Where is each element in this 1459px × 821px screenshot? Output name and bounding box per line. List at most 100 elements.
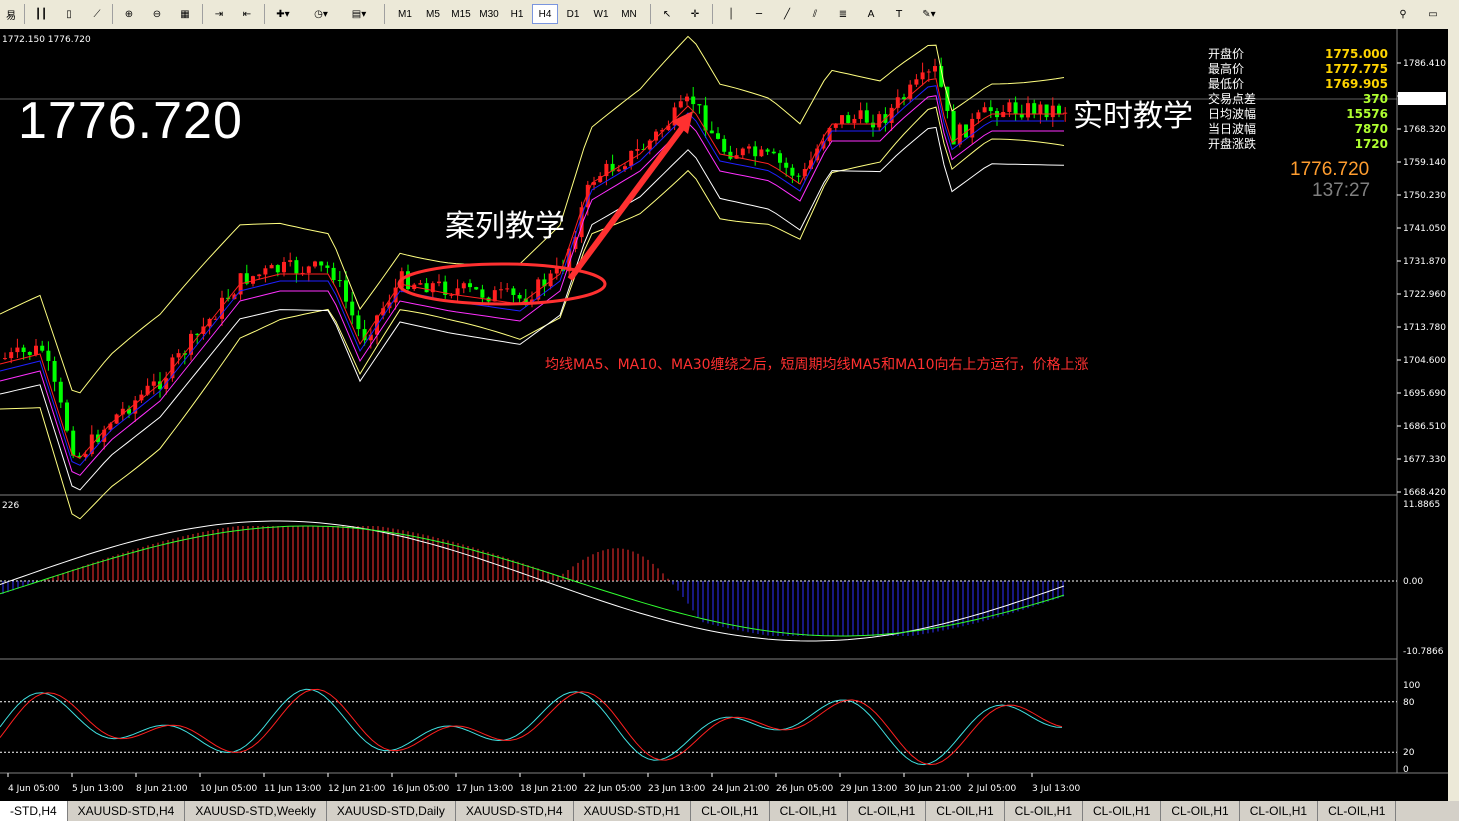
zoom-in-icon[interactable]: ⊕ <box>118 4 140 24</box>
candle <box>784 162 789 168</box>
cursor-icon[interactable]: ↖ <box>656 4 678 24</box>
candle <box>424 283 429 293</box>
timeframe-mn[interactable]: MN <box>616 4 642 24</box>
candle <box>759 149 764 157</box>
candle <box>151 381 156 386</box>
price-chart[interactable]: 1772.150 1776.7201786.4101777.5601768.32… <box>0 29 1448 801</box>
candle <box>852 118 857 124</box>
info-row: 开盘涨跌 1720 <box>1208 137 1388 152</box>
timeframe-m30[interactable]: M30 <box>476 4 502 24</box>
price-axis-label: 1741.050 <box>1403 224 1446 234</box>
price-axis-label: 1686.510 <box>1403 422 1446 432</box>
templates-icon[interactable]: ▤▾ <box>348 4 370 24</box>
chart-tab[interactable]: CL-OIL,H1 <box>691 801 770 821</box>
ma60-line <box>0 126 1065 491</box>
candle <box>294 260 299 274</box>
time-axis-label: 18 Jun 21:00 <box>520 784 577 794</box>
text-icon[interactable]: A <box>860 4 882 24</box>
timeframe-d1[interactable]: D1 <box>560 4 586 24</box>
timeframe-w1[interactable]: W1 <box>588 4 614 24</box>
candle <box>722 138 727 152</box>
zoom-out-icon[interactable]: ⊖ <box>146 4 168 24</box>
chart-tab[interactable]: CL-OIL,H1 <box>926 801 1005 821</box>
candle <box>474 287 479 290</box>
chart-tab[interactable]: XAUUSD-STD,Daily <box>327 801 456 821</box>
trendline-icon[interactable]: ╱ <box>776 4 798 24</box>
chart-tab[interactable]: XAUUSD-STD,Weekly <box>185 801 327 821</box>
candle <box>499 289 503 291</box>
price-axis-label: 1677.330 <box>1403 455 1446 465</box>
equidistant-channel-icon[interactable]: ⫽ <box>804 4 826 24</box>
price-axis-label: 1768.320 <box>1403 125 1446 135</box>
candle <box>976 112 981 119</box>
candle <box>480 289 485 298</box>
chart-tab[interactable]: XAUUSD-STD,H1 <box>574 801 692 821</box>
candlestick-icon[interactable]: ▯ <box>58 4 80 24</box>
candle <box>914 79 919 85</box>
candle <box>778 153 782 163</box>
info-value: 370 <box>1362 92 1388 106</box>
toolbar: 易 ┃┃ ▯ ⟋ ⊕ ⊖ ▦ ⇥ ⇤ ✚▾ ◷▾ ▤▾ M1 M5 M15 M30 H1… <box>0 0 1459 30</box>
info-row: 开盘价 1775.000 <box>1208 47 1388 62</box>
text-label-icon[interactable]: T <box>888 4 910 24</box>
time-axis-label: 16 Jun 05:00 <box>392 784 449 794</box>
timeframe-m15[interactable]: M15 <box>448 4 474 24</box>
current-price-tag-text: 1776.720 <box>1402 95 1445 105</box>
candle <box>1038 104 1043 115</box>
chart-tab[interactable]: CL-OIL,H1 <box>770 801 848 821</box>
search-icon[interactable]: ⚲ <box>1392 4 1414 24</box>
chat-icon[interactable]: ▭ <box>1422 4 1444 24</box>
bar-chart-icon[interactable]: ┃┃ <box>30 4 52 24</box>
line-chart-icon[interactable]: ⟋ <box>86 4 108 24</box>
horizontal-line-icon[interactable]: ─ <box>748 4 770 24</box>
trade-icon[interactable]: 易 <box>0 4 22 24</box>
chart-tab[interactable]: -STD,H4 <box>0 801 68 821</box>
tile-windows-icon[interactable]: ▦ <box>174 4 196 24</box>
price-axis-label: 1722.960 <box>1403 290 1446 300</box>
crosshair-icon[interactable]: ✛ <box>684 4 706 24</box>
chart-tab[interactable]: CL-OIL,H1 <box>1318 801 1397 821</box>
arrows-icon[interactable]: ✎▾ <box>918 4 940 24</box>
candle <box>716 133 720 139</box>
info-label: 开盘价 <box>1208 47 1245 61</box>
candle <box>709 130 714 134</box>
indicators-icon[interactable]: ✚▾ <box>272 4 294 24</box>
chart-tab[interactable]: CL-OIL,H1 <box>1083 801 1162 821</box>
candle <box>71 430 76 456</box>
timeframe-h1[interactable]: H1 <box>504 4 530 24</box>
price-axis-label: 1704.600 <box>1403 356 1446 366</box>
candle <box>747 146 751 149</box>
fibonacci-icon[interactable]: ≣ <box>832 4 854 24</box>
chart-tab[interactable]: CL-OIL,H1 <box>1005 801 1084 821</box>
periods-icon[interactable]: ◷▾ <box>310 4 332 24</box>
chart-tab[interactable]: CL-OIL,H1 <box>1240 801 1319 821</box>
time-axis-label: 17 Jun 13:00 <box>456 784 513 794</box>
candle <box>1044 104 1049 118</box>
chart-tab[interactable]: CL-OIL,H1 <box>848 801 927 821</box>
candle <box>176 353 181 358</box>
chart-shift-icon[interactable]: ⇤ <box>236 4 258 24</box>
info-price: 1776.720 <box>1290 159 1370 180</box>
candle <box>511 288 516 295</box>
timeframe-m1[interactable]: M1 <box>392 4 418 24</box>
info-label: 开盘涨跌 <box>1208 137 1257 151</box>
chart-tab[interactable]: XAUUSD-STD,H4 <box>456 801 574 821</box>
candle <box>313 261 317 267</box>
candle <box>3 358 7 360</box>
price-axis-label: 1750.230 <box>1403 191 1446 201</box>
candle <box>877 114 882 128</box>
timeframe-h4[interactable]: H4 <box>532 4 558 24</box>
timeframe-m5[interactable]: M5 <box>420 4 446 24</box>
vertical-scrollbar[interactable] <box>1448 29 1459 801</box>
chart-tab[interactable]: CL-OIL,H1 <box>1161 801 1240 821</box>
candle <box>337 280 342 282</box>
info-row: 交易点差 370 <box>1208 92 1388 107</box>
candle <box>765 149 770 152</box>
info-row: 最低价 1769.905 <box>1208 77 1388 92</box>
chart-tab[interactable]: XAUUSD-STD,H4 <box>68 801 186 821</box>
stoch-axis-label: 100 <box>1403 681 1420 691</box>
macd-axis-label: -10.7866 <box>1403 647 1444 657</box>
vertical-line-icon[interactable]: │ <box>720 4 742 24</box>
case-teaching-label: 案列教学 <box>445 209 565 244</box>
autoscroll-icon[interactable]: ⇥ <box>208 4 230 24</box>
